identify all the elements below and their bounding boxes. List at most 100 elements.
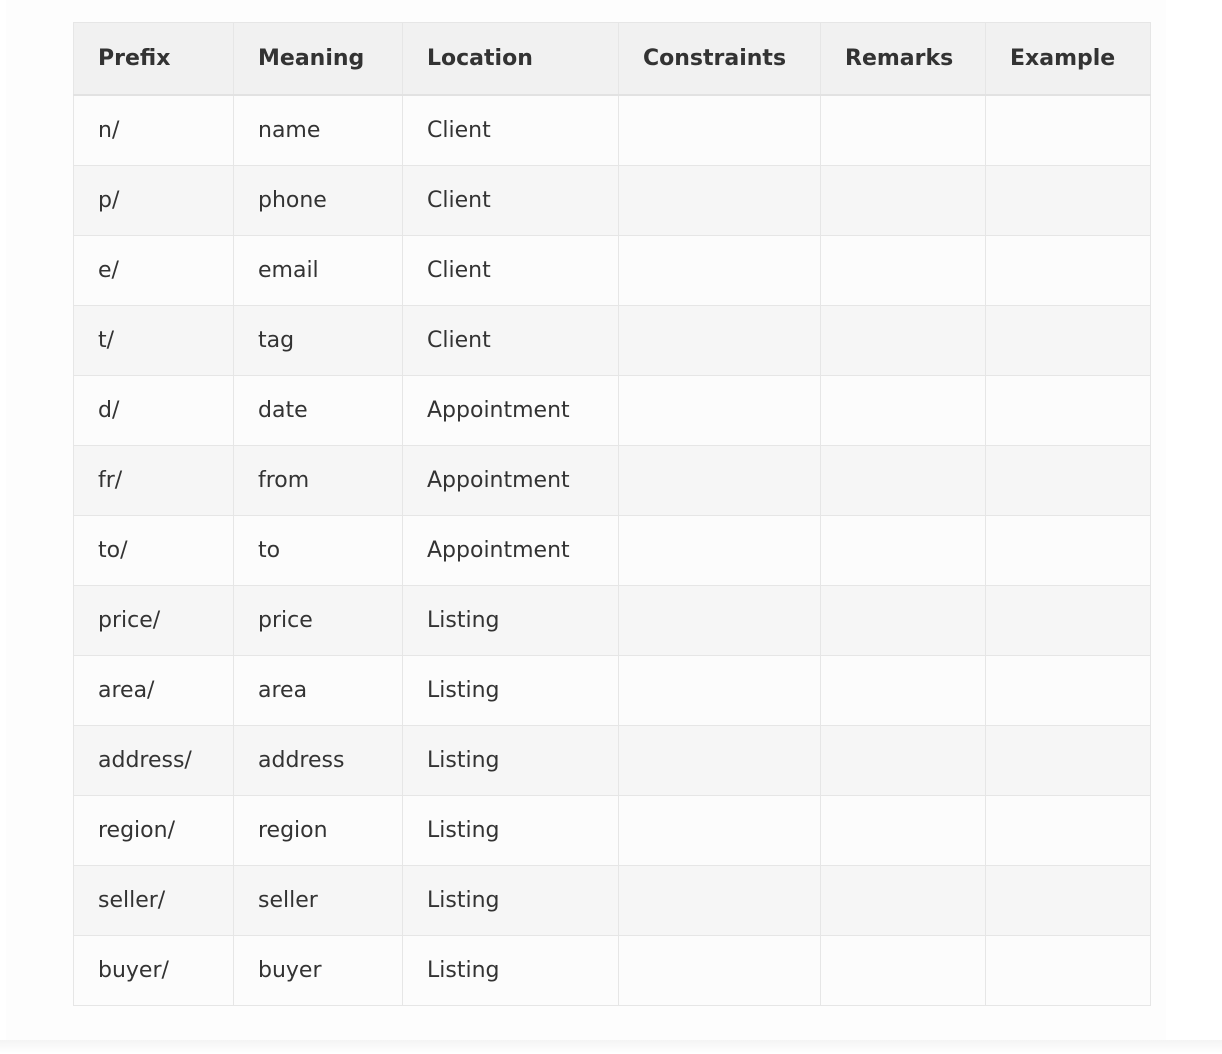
cell-example	[985, 515, 1151, 586]
cell-constraints	[618, 94, 821, 166]
table-row: to/to Appointment	[73, 515, 1151, 586]
cell-meaning: phone	[233, 165, 403, 236]
table-row: n/name Client	[73, 94, 1151, 166]
cell-constraints	[618, 655, 821, 726]
prefix-table: Prefix Meaning Location Constraints Rema…	[73, 22, 1151, 1006]
cell-meaning: from	[233, 445, 403, 516]
cell-location: Listing	[402, 655, 619, 726]
header-location: Location	[402, 22, 619, 96]
cell-constraints	[618, 795, 821, 866]
cell-constraints	[618, 865, 821, 936]
cell-remarks	[820, 795, 986, 866]
cell-example	[985, 725, 1151, 796]
cell-prefix: n/	[73, 94, 234, 166]
cell-prefix: buyer/	[73, 935, 234, 1006]
cell-example	[985, 235, 1151, 306]
table-row: address/address Listing	[73, 725, 1151, 796]
cell-example	[985, 585, 1151, 656]
table-row: p/phone Client	[73, 165, 1151, 236]
cell-prefix: region/	[73, 795, 234, 866]
table-header: Prefix Meaning Location Constraints Rema…	[73, 22, 1151, 96]
header-constraints: Constraints	[618, 22, 821, 96]
cell-meaning: date	[233, 375, 403, 446]
cell-location: Client	[402, 235, 619, 306]
cell-location: Client	[402, 94, 619, 166]
header-remarks: Remarks	[820, 22, 986, 96]
cell-meaning: email	[233, 235, 403, 306]
table-row: t/tag Client	[73, 305, 1151, 376]
cell-remarks	[820, 655, 986, 726]
cell-meaning: tag	[233, 305, 403, 376]
cell-example	[985, 165, 1151, 236]
cell-example	[985, 94, 1151, 166]
table-row: seller/seller Listing	[73, 865, 1151, 936]
cell-remarks	[820, 515, 986, 586]
cell-remarks	[820, 94, 986, 166]
table-row: d/date Appointment	[73, 375, 1151, 446]
cell-remarks	[820, 725, 986, 796]
cell-prefix: to/	[73, 515, 234, 586]
cell-constraints	[618, 165, 821, 236]
cell-remarks	[820, 445, 986, 516]
table-row: buyer/buyer Listing	[73, 935, 1151, 1006]
table-row: price/price Listing	[73, 585, 1151, 656]
cell-constraints	[618, 305, 821, 376]
cell-prefix: seller/	[73, 865, 234, 936]
cell-example	[985, 935, 1151, 1006]
cell-location: Client	[402, 165, 619, 236]
cell-remarks	[820, 305, 986, 376]
header-meaning: Meaning	[233, 22, 403, 96]
table-row: area/area Listing	[73, 655, 1151, 726]
cell-prefix: p/	[73, 165, 234, 236]
cell-remarks	[820, 935, 986, 1006]
cell-prefix: price/	[73, 585, 234, 656]
cell-remarks	[820, 235, 986, 306]
cell-location: Listing	[402, 865, 619, 936]
header-prefix: Prefix	[73, 22, 234, 96]
cell-prefix: d/	[73, 375, 234, 446]
cell-location: Listing	[402, 585, 619, 656]
cell-remarks	[820, 375, 986, 446]
cell-constraints	[618, 235, 821, 306]
cell-meaning: buyer	[233, 935, 403, 1006]
header-example: Example	[985, 22, 1151, 96]
cell-example	[985, 305, 1151, 376]
cell-constraints	[618, 515, 821, 586]
cell-constraints	[618, 725, 821, 796]
document-page: Prefix Meaning Location Constraints Rema…	[6, 0, 1166, 1042]
cell-remarks	[820, 165, 986, 236]
cell-location: Client	[402, 305, 619, 376]
cell-prefix: address/	[73, 725, 234, 796]
cell-location: Listing	[402, 935, 619, 1006]
cell-meaning: seller	[233, 865, 403, 936]
table-row: fr/from Appointment	[73, 445, 1151, 516]
cell-constraints	[618, 935, 821, 1006]
cell-location: Listing	[402, 795, 619, 866]
table-header-row: Prefix Meaning Location Constraints Rema…	[73, 22, 1151, 96]
cell-example	[985, 655, 1151, 726]
table-body: n/name Client p/phone Client e/email Client t/…	[73, 94, 1151, 1006]
cell-remarks	[820, 585, 986, 656]
cell-location: Appointment	[402, 375, 619, 446]
cell-example	[985, 795, 1151, 866]
cell-meaning: region	[233, 795, 403, 866]
cell-prefix: fr/	[73, 445, 234, 516]
cell-meaning: price	[233, 585, 403, 656]
cell-constraints	[618, 445, 821, 516]
cell-meaning: area	[233, 655, 403, 726]
cell-meaning: to	[233, 515, 403, 586]
cell-location: Appointment	[402, 515, 619, 586]
cell-constraints	[618, 375, 821, 446]
page-bottom-edge	[0, 1040, 1222, 1054]
cell-example	[985, 375, 1151, 446]
cell-meaning: address	[233, 725, 403, 796]
cell-prefix: area/	[73, 655, 234, 726]
cell-prefix: t/	[73, 305, 234, 376]
table-row: e/email Client	[73, 235, 1151, 306]
cell-location: Listing	[402, 725, 619, 796]
cell-constraints	[618, 585, 821, 656]
cell-prefix: e/	[73, 235, 234, 306]
table-row: region/region Listing	[73, 795, 1151, 866]
cell-example	[985, 445, 1151, 516]
cell-location: Appointment	[402, 445, 619, 516]
